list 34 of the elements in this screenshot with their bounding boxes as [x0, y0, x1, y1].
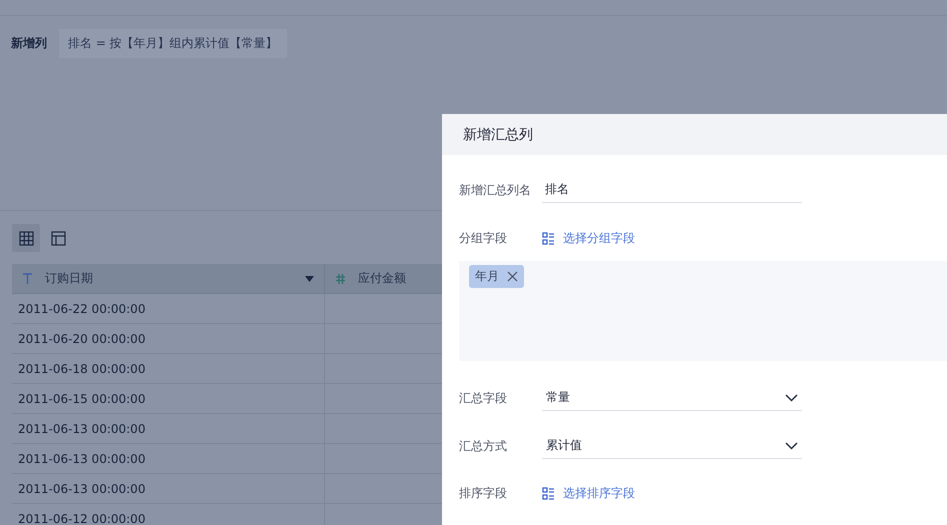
field-label: 汇总字段 [459, 390, 508, 406]
table-cell: 2011-06-22 00:00:00 [12, 294, 325, 323]
tag-label: 年月 [475, 268, 499, 285]
text-type-icon [22, 273, 33, 284]
chevron-down-icon [785, 442, 798, 450]
caret-icon[interactable] [305, 276, 314, 282]
select-field[interactable]: 累计值 [542, 433, 802, 459]
input-field[interactable]: 排名 [542, 177, 802, 203]
table-cell: 2011-06-12 00:00:00 [12, 504, 325, 525]
formula-expression: 排名 = 按【年月】组内累计值【常量】 [59, 28, 287, 58]
table-cell: 2011-06-15 00:00:00 [12, 384, 325, 413]
column-header[interactable]: 订购日期 [12, 264, 325, 293]
chevron-down-icon [785, 394, 798, 402]
list-icon [542, 486, 555, 500]
select-field[interactable]: 常量 [542, 385, 802, 411]
field-label: 排序字段 [459, 484, 508, 502]
field-label: 汇总方式 [459, 438, 508, 454]
dialog-title: 新增汇总列 [463, 126, 533, 144]
table-cell: 2011-06-13 00:00:00 [12, 414, 325, 443]
list-icon [542, 232, 555, 244]
table-cell: 2011-06-13 00:00:00 [12, 474, 325, 503]
layout-icon [50, 230, 66, 246]
formula-label: 新增列 [11, 34, 47, 52]
field-label: 新增汇总列名 [459, 182, 532, 198]
hash-icon [335, 273, 346, 284]
view-toggle-button[interactable] [12, 224, 40, 252]
table-cell: 2011-06-13 00:00:00 [12, 444, 325, 473]
select-field-link[interactable]: 选择排序字段 [542, 484, 635, 502]
table-cell: 2011-06-20 00:00:00 [12, 324, 325, 353]
field-label: 分组字段 [459, 230, 508, 246]
table-cell: 2011-06-18 00:00:00 [12, 354, 325, 383]
close-icon[interactable] [507, 271, 518, 282]
grid-icon [18, 230, 34, 246]
select-field-link[interactable]: 选择分组字段 [542, 230, 635, 246]
